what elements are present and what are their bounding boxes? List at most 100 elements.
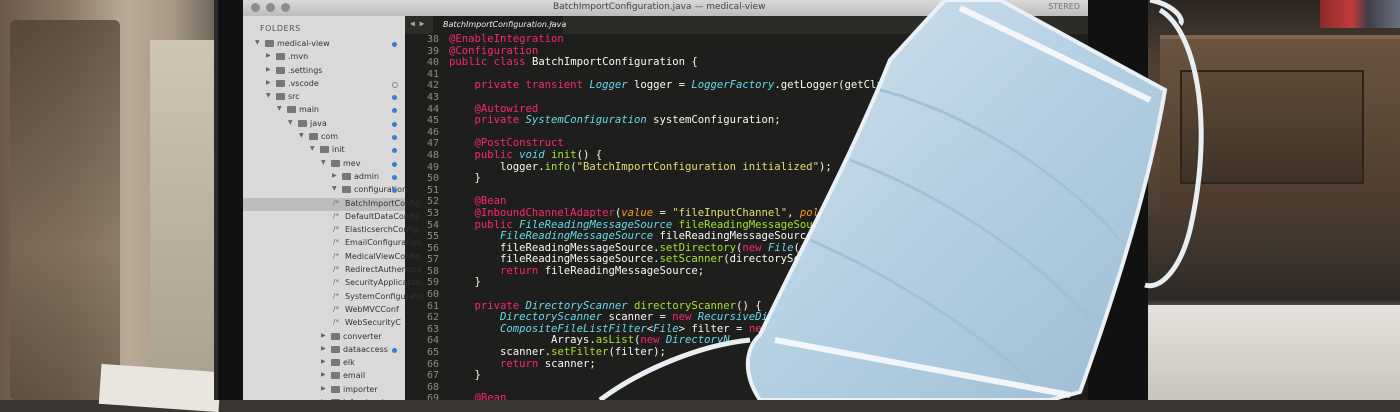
code-line[interactable]: private SystemConfiguration systemConfig… <box>449 114 1088 127</box>
code-line[interactable]: } <box>449 369 1088 382</box>
code-token: scanner. <box>449 346 552 359</box>
line-number: 65 <box>426 347 439 359</box>
chevron-right-icon[interactable]: ▶ <box>321 371 326 378</box>
file-item[interactable]: /* MedicalViewConfig <box>243 251 420 264</box>
file-item[interactable]: /* DefaultDataConfig <box>243 211 419 224</box>
chevron-down-icon[interactable]: ▼ <box>332 185 337 192</box>
code-token: @Bean <box>474 195 507 208</box>
folder-item[interactable]: ▶ .vscode <box>243 78 405 91</box>
code-line[interactable]: logger.info("BatchImportConfiguration in… <box>449 160 1088 174</box>
folder-item[interactable]: ▶ admin <box>243 171 405 184</box>
code-token: value <box>621 206 654 219</box>
code-line[interactable]: } <box>449 277 1088 289</box>
file-item[interactable]: /* RedirectAuthentica <box>243 264 421 277</box>
tab-batchimportconfiguration[interactable]: BatchImportConfiguration.java × <box>433 16 566 34</box>
line-number: 56 <box>426 242 439 254</box>
folder-icon <box>276 93 285 101</box>
folder-item[interactable]: ▶ elk <box>243 357 405 370</box>
file-item[interactable]: /* WebMVCConf <box>243 304 405 317</box>
code-token: poller <box>799 206 839 219</box>
chevron-right-icon[interactable]: ▶ <box>332 172 337 179</box>
code-line[interactable] <box>449 185 1088 197</box>
code-token: setDirectory <box>659 241 737 254</box>
tab-nav-arrows[interactable]: ◀ ▶ <box>410 19 424 28</box>
line-number: 66 <box>426 358 439 370</box>
line-number: 40 <box>426 57 439 69</box>
line-number: 38 <box>426 34 439 45</box>
file-item[interactable]: /* SystemConfiguratio <box>243 291 424 304</box>
zoom-window-button[interactable] <box>281 3 290 12</box>
code-token: LoggerFactory <box>691 79 775 92</box>
file-item[interactable]: /* SecurityApplication <box>243 277 423 290</box>
chevron-right-icon[interactable]: ▶ <box>321 332 326 339</box>
tree-item-label: importer <box>343 384 378 394</box>
window-controls[interactable] <box>251 3 290 12</box>
line-number: 44 <box>426 103 439 115</box>
line-number: 41 <box>426 68 439 80</box>
code-line[interactable]: @EnableIntegration <box>449 33 1088 46</box>
chevron-down-icon[interactable]: ▼ <box>255 39 260 46</box>
code-token: "fileInputChannel" <box>672 206 788 219</box>
java-file-icon: /* <box>333 198 339 207</box>
chevron-down-icon[interactable]: ▼ <box>266 92 271 99</box>
folder-item[interactable]: ▶ .mvn <box>243 51 405 64</box>
chevron-down-icon[interactable]: ▼ <box>277 105 282 112</box>
file-item[interactable]: /* EmailConfiguration. <box>243 237 424 250</box>
file-item[interactable]: /* BatchImportConfig <box>243 197 420 211</box>
code-line[interactable]: private transient Logger logger = Logger… <box>449 80 1088 92</box>
folder-item[interactable]: ▼ main <box>243 104 405 117</box>
background-left-room <box>0 0 230 400</box>
java-file-icon: /* <box>333 238 339 247</box>
git-status-dot <box>392 81 398 88</box>
folder-item[interactable]: ▼ init <box>243 144 405 157</box>
code-token: private <box>474 299 526 312</box>
tab-close-icon[interactable]: × <box>549 19 554 28</box>
folder-item[interactable]: ▶ email <box>243 370 405 383</box>
chevron-down-icon[interactable]: ▼ <box>288 119 293 126</box>
code-token: File <box>767 241 794 254</box>
git-status-dot <box>392 174 397 180</box>
code-line[interactable] <box>449 92 1088 104</box>
code-token: ); <box>818 160 832 173</box>
folder-item[interactable]: ▶ dataaccess <box>243 344 405 357</box>
folder-item[interactable]: ▶ importer <box>243 384 405 397</box>
tree-item-label: configuration <box>354 185 408 195</box>
folder-item[interactable]: ▶ .settings <box>243 65 405 78</box>
file-item[interactable]: /* ElasticserchConfig <box>243 224 418 237</box>
chevron-right-icon[interactable]: ▶ <box>266 66 271 73</box>
code-token: info <box>544 160 571 173</box>
minimize-window-button[interactable] <box>266 3 275 12</box>
code-line[interactable]: } <box>449 172 1088 185</box>
code-line[interactable]: return scanner; <box>449 358 1088 371</box>
chevron-right-icon[interactable]: ▶ <box>321 345 326 352</box>
folder-item[interactable]: ▼ configuration <box>243 184 408 197</box>
folder-item[interactable]: ▶ converter <box>243 331 405 344</box>
chevron-down-icon[interactable]: ▼ <box>321 159 326 166</box>
chevron-right-icon[interactable]: ▶ <box>321 358 326 365</box>
chevron-right-icon[interactable]: ▶ <box>266 79 271 86</box>
code-line[interactable] <box>449 382 1088 394</box>
code-token: systemConfiguration; <box>646 114 781 127</box>
folder-item[interactable]: ▼ medical-view <box>243 38 405 51</box>
code-token: File <box>653 322 679 335</box>
chevron-down-icon[interactable]: ▼ <box>299 132 304 139</box>
chevron-right-icon[interactable]: ▶ <box>266 52 271 59</box>
code-line[interactable]: @Bean <box>449 393 1088 400</box>
close-window-button[interactable] <box>251 3 260 12</box>
tree-item-label: .vscode <box>288 78 319 88</box>
folder-item[interactable]: ▼ src <box>243 91 405 104</box>
chevron-down-icon[interactable]: ▼ <box>310 145 315 152</box>
code-line[interactable]: return fileReadingMessageSource; <box>449 265 1088 278</box>
folder-item[interactable]: ▼ com <box>243 131 405 144</box>
chevron-right-icon[interactable]: ▶ <box>321 385 326 392</box>
code-editor[interactable]: @EnableIntegration @Configuration public c… <box>449 33 1088 400</box>
file-item[interactable]: /* WebSecurityC <box>243 317 405 330</box>
code-token: DirectoryN <box>665 334 730 347</box>
folder-item[interactable]: ▼ java <box>243 118 405 131</box>
folder-item[interactable]: ▼ mev <box>243 158 405 171</box>
code-line[interactable]: public class BatchImportConfiguration { <box>449 56 1088 69</box>
